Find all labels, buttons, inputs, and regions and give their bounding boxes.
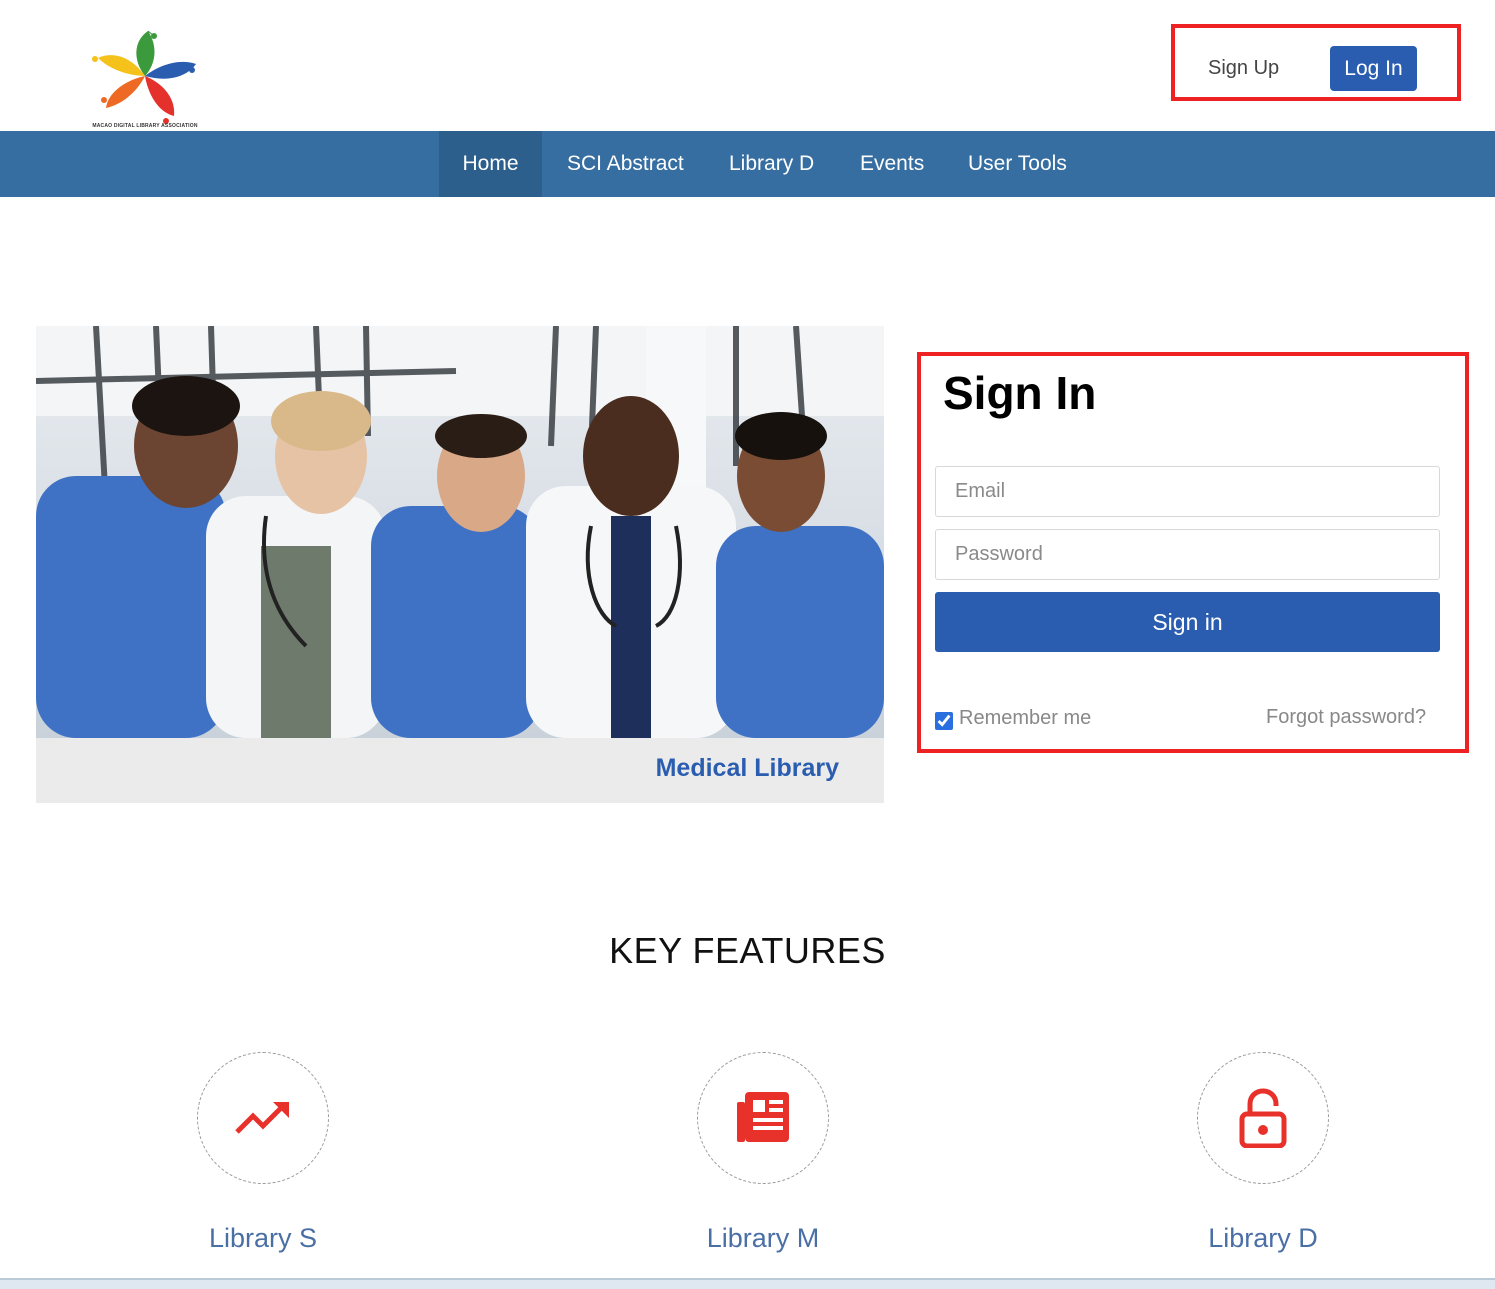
hero-caption[interactable]: Medical Library — [656, 754, 839, 783]
unlock-icon — [1239, 1088, 1287, 1148]
bottom-bar — [0, 1278, 1495, 1289]
password-field[interactable] — [935, 529, 1440, 580]
signin-title: Sign In — [943, 367, 1097, 419]
signin-button[interactable]: Sign in — [935, 592, 1440, 652]
forgot-password-link[interactable]: Forgot password? — [1266, 706, 1426, 729]
remember-label: Remember me — [959, 706, 1092, 729]
logo-text: MACAO DIGITAL LIBRARY ASSOCIATION — [92, 123, 198, 129]
feature-library-m[interactable]: Library M — [633, 1052, 893, 1254]
feature-circle — [697, 1052, 829, 1184]
site-logo[interactable]: MACAO DIGITAL LIBRARY ASSOCIATION — [88, 26, 202, 130]
nav-item-user-tools[interactable]: User Tools — [946, 131, 1089, 197]
feature-circle — [197, 1052, 329, 1184]
feature-library-d[interactable]: Library D — [1133, 1052, 1393, 1254]
main-nav: Home SCI Abstract Library D Events User … — [0, 131, 1495, 197]
feature-label: Library D — [1208, 1223, 1318, 1253]
remember-me[interactable]: Remember me — [935, 706, 1091, 730]
newspaper-icon — [737, 1092, 789, 1142]
flower-logo-icon — [92, 30, 196, 124]
hero-card: Medical Library — [36, 326, 884, 803]
remember-checkbox[interactable] — [935, 712, 953, 730]
feature-label: Library M — [706, 1223, 820, 1253]
site-header: MACAO DIGITAL LIBRARY ASSOCIATION Sign U… — [0, 0, 1495, 131]
features-title: KEY FEATURES — [609, 930, 886, 971]
nav-item-home[interactable]: Home — [439, 131, 542, 197]
trending-up-icon — [235, 1102, 289, 1134]
nav-item-library-d[interactable]: Library D — [707, 131, 836, 197]
nav-item-sci-abstract[interactable]: SCI Abstract — [545, 131, 706, 197]
email-field[interactable] — [935, 466, 1440, 517]
nav-item-events[interactable]: Events — [838, 131, 946, 197]
login-button[interactable]: Log In — [1330, 46, 1417, 91]
hero-photo — [36, 326, 884, 738]
signup-link[interactable]: Sign Up — [1208, 57, 1279, 80]
feature-circle — [1197, 1052, 1329, 1184]
feature-library-s[interactable]: Library S — [133, 1052, 393, 1254]
feature-label: Library S — [208, 1223, 318, 1253]
